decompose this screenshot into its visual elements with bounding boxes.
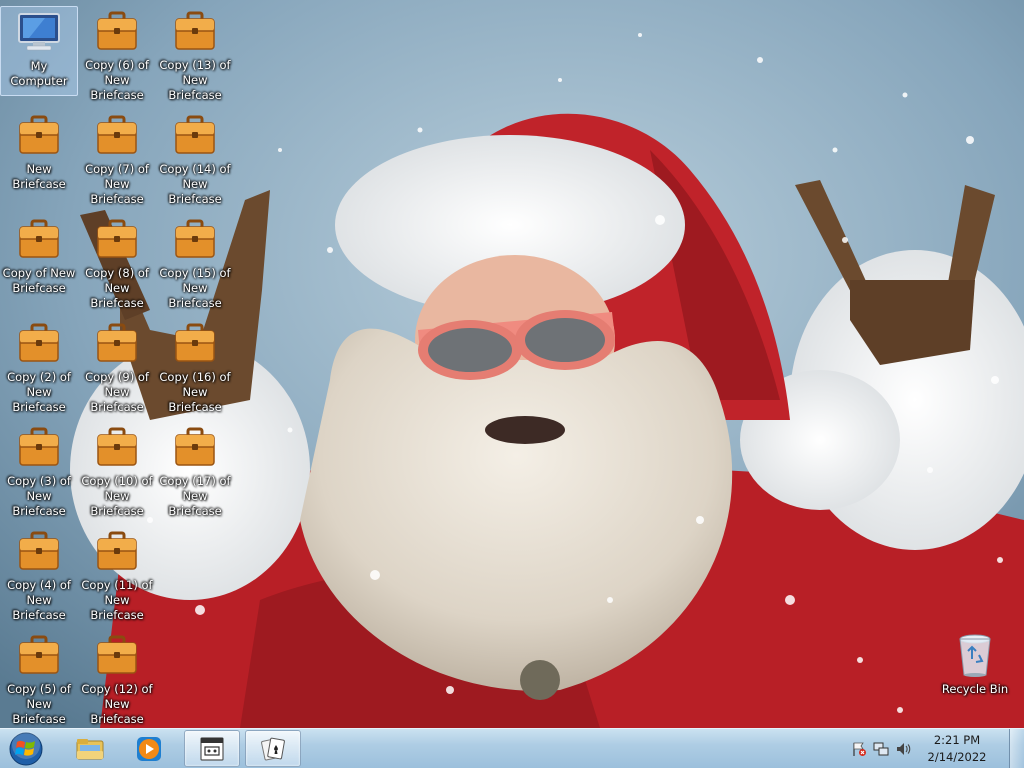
briefcase-icon bbox=[171, 215, 219, 263]
taskbar: 2:21 PM 2/14/2022 bbox=[0, 728, 1024, 768]
desktop[interactable]: My Computer New Briefcase Copy of New Br bbox=[0, 0, 1024, 728]
desktop-icon-copy-17[interactable]: Copy (17) of New Briefcase bbox=[156, 422, 234, 518]
briefcase-icon bbox=[15, 215, 63, 263]
icon-label: Copy (6) of New Briefcase bbox=[85, 58, 149, 102]
icon-label: Copy (13) of New Briefcase bbox=[159, 58, 231, 102]
taskbar-media-player-button[interactable] bbox=[121, 730, 177, 767]
desktop-icon-copy-13[interactable]: Copy (13) of New Briefcase bbox=[156, 6, 234, 102]
network-icon[interactable] bbox=[873, 741, 889, 757]
desktop-icon-copy-9[interactable]: Copy (9) of New Briefcase bbox=[78, 318, 156, 414]
desktop-icon-copy-5[interactable]: Copy (5) of New Briefcase bbox=[0, 630, 78, 726]
desktop-icon-copy-8[interactable]: Copy (8) of New Briefcase bbox=[78, 214, 156, 310]
desktop-icon-my-computer[interactable]: My Computer bbox=[0, 6, 78, 96]
icon-label: Copy (10) of New Briefcase bbox=[81, 474, 153, 518]
briefcase-icon bbox=[93, 527, 141, 575]
desktop-icon-recycle-bin[interactable]: Recycle Bin bbox=[936, 630, 1014, 720]
action-center-flag-icon[interactable] bbox=[851, 741, 867, 757]
icon-label: Copy (12) of New Briefcase bbox=[81, 682, 153, 726]
icon-label: Copy of New Briefcase bbox=[2, 266, 76, 295]
briefcase-icon bbox=[15, 111, 63, 159]
desktop-icon-copy-4[interactable]: Copy (4) of New Briefcase bbox=[0, 526, 78, 622]
desktop-icon-copy-of-new-briefcase[interactable]: Copy of New Briefcase bbox=[0, 214, 78, 304]
my-computer-icon bbox=[15, 8, 63, 56]
windows-explorer-icon bbox=[76, 738, 104, 759]
icon-label: Copy (15) of New Briefcase bbox=[159, 266, 231, 310]
taskbar-solitaire-button[interactable] bbox=[245, 730, 301, 767]
running-app-window-icon bbox=[200, 736, 224, 761]
volume-icon[interactable] bbox=[895, 741, 911, 757]
solitaire-cards-icon bbox=[261, 737, 285, 760]
desktop-icon-copy-2[interactable]: Copy (2) of New Briefcase bbox=[0, 318, 78, 414]
briefcase-icon bbox=[15, 527, 63, 575]
desktop-icon-copy-14[interactable]: Copy (14) of New Briefcase bbox=[156, 110, 234, 206]
desktop-icon-copy-12[interactable]: Copy (12) of New Briefcase bbox=[78, 630, 156, 726]
icon-label: Copy (17) of New Briefcase bbox=[159, 474, 231, 518]
icon-label: Copy (11) of New Briefcase bbox=[81, 578, 153, 622]
desktop-icon-copy-6[interactable]: Copy (6) of New Briefcase bbox=[78, 6, 156, 102]
icon-label: Copy (2) of New Briefcase bbox=[7, 370, 71, 414]
clock-time: 2:21 PM bbox=[933, 733, 981, 747]
desktop-icon-copy-16[interactable]: Copy (16) of New Briefcase bbox=[156, 318, 234, 414]
briefcase-icon bbox=[93, 111, 141, 159]
desktop-icon-copy-7[interactable]: Copy (7) of New Briefcase bbox=[78, 110, 156, 206]
briefcase-icon bbox=[93, 7, 141, 55]
system-tray: 2:21 PM 2/14/2022 bbox=[848, 729, 994, 769]
icon-label: Recycle Bin bbox=[941, 682, 1009, 696]
briefcase-icon bbox=[171, 423, 219, 471]
icon-label: Copy (9) of New Briefcase bbox=[85, 370, 149, 414]
desktop-icon-copy-15[interactable]: Copy (15) of New Briefcase bbox=[156, 214, 234, 310]
icon-label: Copy (8) of New Briefcase bbox=[85, 266, 149, 310]
desktop-icon-copy-3[interactable]: Copy (3) of New Briefcase bbox=[0, 422, 78, 518]
taskbar-running-app-button[interactable] bbox=[184, 730, 240, 767]
briefcase-icon bbox=[93, 215, 141, 263]
icon-label: Copy (5) of New Briefcase bbox=[7, 682, 71, 726]
briefcase-icon bbox=[15, 423, 63, 471]
icon-label: Copy (14) of New Briefcase bbox=[159, 162, 231, 206]
icon-label: Copy (7) of New Briefcase bbox=[85, 162, 149, 206]
icon-label: Copy (3) of New Briefcase bbox=[7, 474, 71, 518]
desktop-icon-copy-10[interactable]: Copy (10) of New Briefcase bbox=[78, 422, 156, 518]
briefcase-icon bbox=[171, 111, 219, 159]
desktop-icon-copy-11[interactable]: Copy (11) of New Briefcase bbox=[78, 526, 156, 622]
start-button[interactable] bbox=[4, 730, 48, 768]
briefcase-icon bbox=[93, 631, 141, 679]
briefcase-icon bbox=[171, 319, 219, 367]
clock-date: 2/14/2022 bbox=[927, 750, 987, 764]
briefcase-icon bbox=[93, 319, 141, 367]
briefcase-icon bbox=[15, 631, 63, 679]
icon-label: Copy (16) of New Briefcase bbox=[159, 370, 231, 414]
media-player-icon bbox=[137, 736, 161, 761]
clock[interactable]: 2:21 PM 2/14/2022 bbox=[920, 732, 994, 766]
recycle-bin-icon bbox=[951, 631, 999, 679]
briefcase-icon bbox=[15, 319, 63, 367]
briefcase-icon bbox=[171, 7, 219, 55]
icon-label: Copy (4) of New Briefcase bbox=[7, 578, 71, 622]
desktop-icon-new-briefcase[interactable]: New Briefcase bbox=[0, 110, 78, 200]
taskbar-explorer-button[interactable] bbox=[62, 730, 118, 767]
briefcase-icon bbox=[93, 423, 141, 471]
icon-label: New Briefcase bbox=[12, 162, 66, 191]
show-desktop-button[interactable] bbox=[1009, 729, 1024, 768]
windows-start-icon bbox=[9, 731, 43, 766]
icon-label: My Computer bbox=[10, 59, 68, 88]
